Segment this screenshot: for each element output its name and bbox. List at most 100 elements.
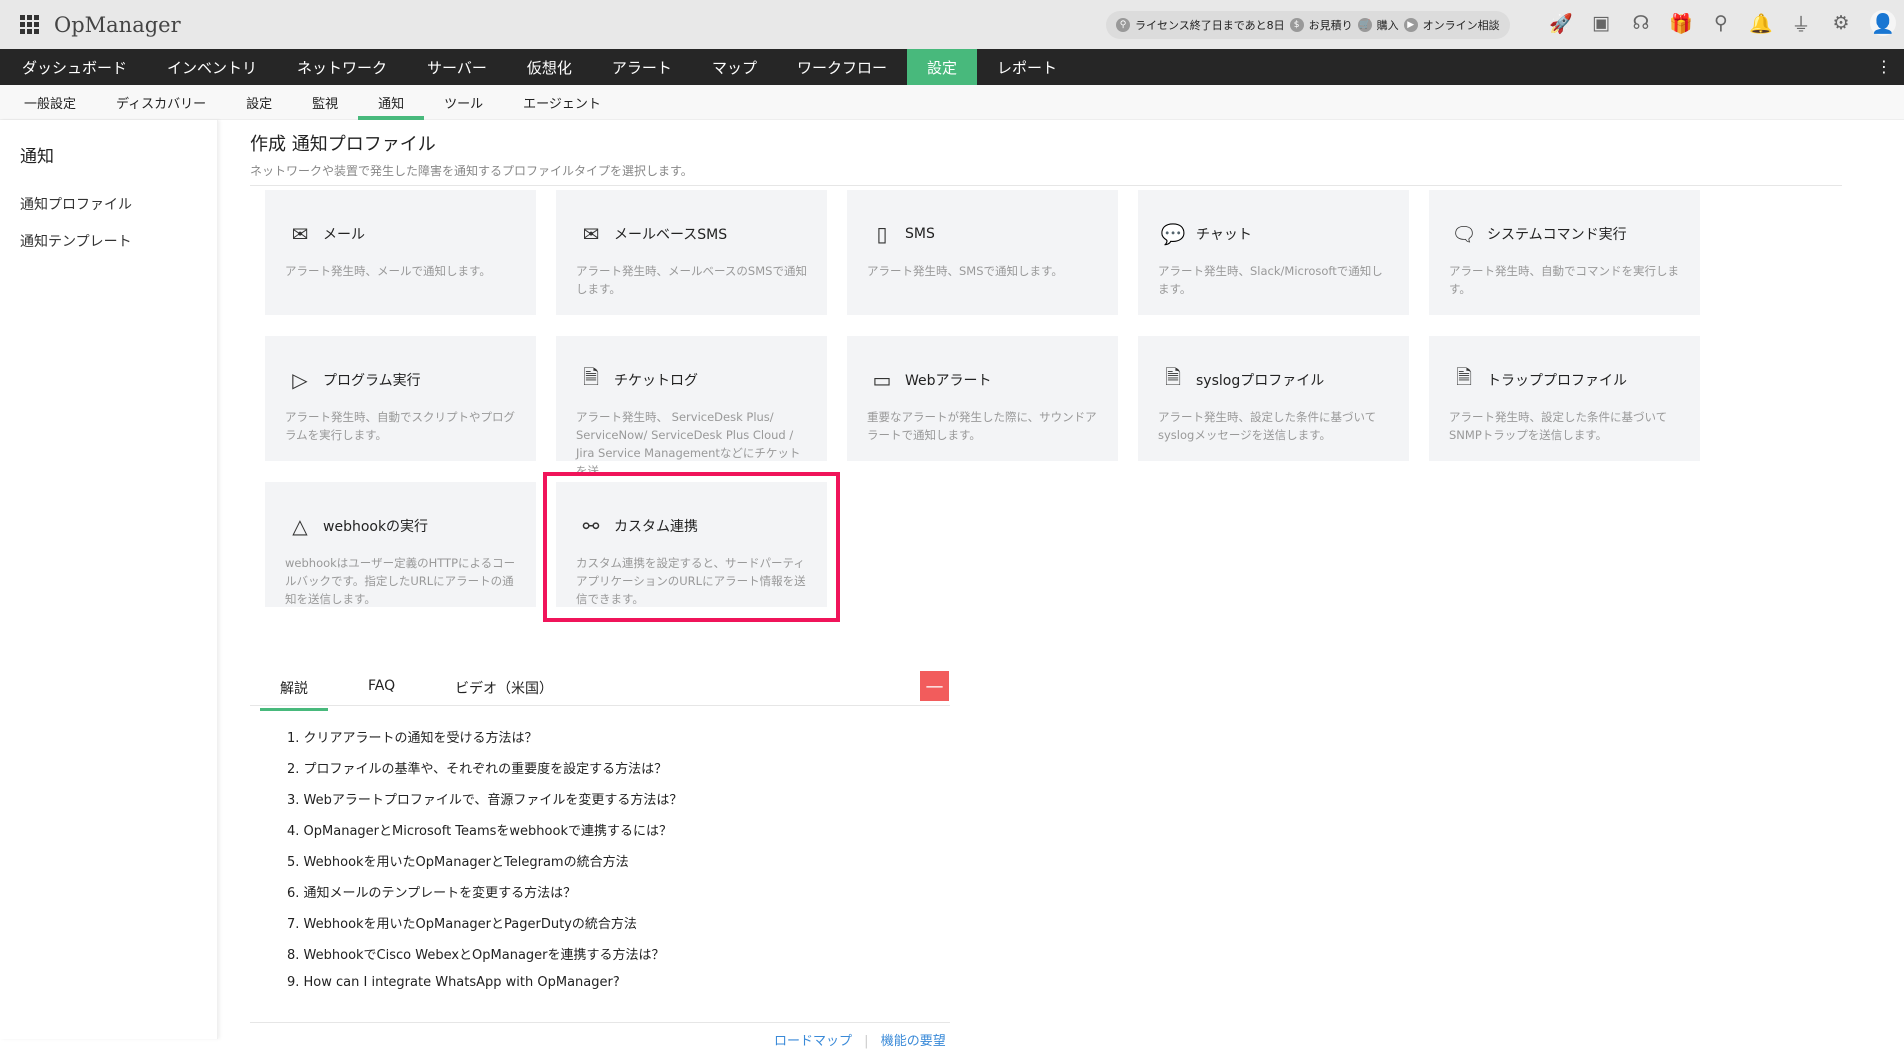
highlight-box — [543, 472, 840, 622]
tab-video[interactable]: ビデオ（米国） — [455, 678, 553, 708]
consult-link[interactable]: オンライン相談 — [1423, 17, 1500, 33]
nav-workflow[interactable]: ワークフロー — [777, 49, 907, 85]
faq-link[interactable]: 8. WebhookでCisco WebexとOpManagerを連携する方法は… — [287, 944, 665, 963]
card-header: ✉ メール — [285, 216, 516, 252]
faq-link[interactable]: 6. 通知メールのテンプレートを変更する方法は？ — [287, 882, 576, 901]
card-description: アラート発生時、設定した条件に基づいてsyslogメッセージを送信します。 — [1158, 410, 1377, 442]
mail-sms-icon: ✉ — [582, 222, 600, 246]
license-pill: ⚲ ライセンス終了日まであと8日 $ お見積り 🛒 購入 ▶ オンライン相談 — [1106, 11, 1510, 39]
more-vertical-icon[interactable]: ⋮ — [1876, 57, 1892, 76]
nav-reports[interactable]: レポート — [977, 49, 1077, 85]
nav-virtualization[interactable]: 仮想化 — [507, 49, 592, 85]
profile-card[interactable]: ▷ プログラム実行アラート発生時、自動でスクリプトやプログラムを実行します。 — [265, 336, 536, 461]
profile-card[interactable]: 💬 チャットアラート発生時、Slack/Microsoftで通知します。 — [1138, 190, 1409, 315]
nav-servers[interactable]: サーバー — [407, 49, 507, 85]
faq-link[interactable]: 5. Webhookを用いたOpManagerとTelegramの統合方法 — [287, 851, 629, 870]
quote-link[interactable]: お見積り — [1309, 17, 1353, 33]
profile-card[interactable]: 🗎 トラッププロファイル アラート発生時、設定した条件に基づいてSNMPトラップを送… — [1429, 336, 1700, 461]
collapse-button[interactable]: — — [920, 671, 949, 701]
card-description: webhookはユーザー定義のHTTPによるコールバックです。指定したURLにア… — [285, 556, 516, 606]
card-description: アラート発生時、メールベースのSMSで通知します。 — [576, 264, 807, 296]
subnav-tools[interactable]: ツール — [424, 85, 503, 119]
card-header: ✉ メールベースSMS — [576, 216, 807, 252]
sidebar-item-profiles[interactable]: 通知プロファイル — [20, 194, 132, 214]
nav-settings[interactable]: 設定 — [906, 49, 977, 85]
bell-icon[interactable]: 🔔 — [1749, 11, 1773, 35]
subnav-notifications[interactable]: 通知 — [358, 85, 425, 120]
sms-icon: ▯ — [876, 222, 888, 246]
rocket-icon[interactable]: 🚀 — [1549, 11, 1573, 35]
app-logo[interactable]: OpManager — [54, 13, 181, 37]
card-title: プログラム実行 — [323, 373, 421, 389]
faq-link[interactable]: 9. How can I integrate WhatsApp with OpM… — [287, 975, 620, 990]
gift-icon[interactable]: 🎁 — [1669, 11, 1693, 35]
webhook-icon: △ — [292, 514, 308, 538]
tab-explanation[interactable]: 解説 — [260, 678, 328, 711]
profile-card[interactable]: ▯ SMS アラート発生時、SMSで通知します。 — [847, 190, 1118, 315]
subnav-general[interactable]: 一般設定 — [4, 85, 96, 119]
headset-icon[interactable]: ☊ — [1630, 11, 1652, 35]
ticket-icon: 🗎 — [582, 365, 600, 389]
profile-card[interactable]: 🗨 システムコマンド実行アラート発生時、自動でコマンドを実行します。 — [1429, 190, 1700, 315]
profile-card[interactable]: 🗎 チケットログ アラート発生時、 ServiceDesk Plus/ Servic… — [556, 336, 827, 478]
page-title: 作成 通知プロファイル — [250, 134, 436, 155]
avatar[interactable]: 👤 — [1870, 10, 1896, 36]
profile-card[interactable]: ▭ Webアラート 重要なアラートが発生した際に、サウンドアラートで通知します。 — [847, 336, 1118, 461]
presentation-icon[interactable]: ▣ — [1590, 11, 1612, 35]
nav-maps[interactable]: マップ — [692, 49, 777, 85]
sidebar-item-templates[interactable]: 通知テンプレート — [20, 231, 132, 251]
purchase-link[interactable]: 購入 — [1377, 17, 1399, 33]
nav-alarms[interactable]: アラート — [592, 49, 692, 85]
gear-icon[interactable]: ⚙ — [1830, 11, 1852, 35]
nav-inventory[interactable]: インベントリ — [147, 49, 277, 85]
card-header: 💬 チャット — [1158, 216, 1389, 252]
profile-card[interactable]: ✉ メールアラート発生時、メールで通知します。 — [265, 190, 536, 315]
tab-faq[interactable]: FAQ — [368, 678, 395, 704]
card-description: アラート発生時、メールで通知します。 — [285, 264, 491, 278]
license-link[interactable]: ライセンス終了日まであと8日 — [1135, 17, 1285, 33]
card-title: メール — [323, 227, 365, 243]
app-grid-icon[interactable] — [20, 14, 40, 35]
card-header: 🗨 システムコマンド実行 — [1449, 216, 1680, 252]
page-subtitle: ネットワークや装置で発生した障害を通知するプロファイルタイプを選択します。 — [250, 164, 693, 178]
card-title: SMS — [905, 226, 935, 242]
subnav-monitoring[interactable]: 監視 — [292, 85, 358, 119]
nav-dashboard[interactable]: ダッシュボード — [2, 49, 147, 85]
card-title: webhookの実行 — [323, 519, 429, 535]
card-description: アラート発生時、自動でスクリプトやプログラムを実行します。 — [285, 410, 515, 442]
profile-card[interactable]: 🗎 syslogプロファイルアラート発生時、設定した条件に基づいてsyslogメッ… — [1138, 336, 1409, 461]
faq-link[interactable]: 3. Webアラートプロファイルで、音源ファイルを変更する方法は？ — [287, 789, 682, 808]
plug-icon[interactable]: ⏚ — [1790, 11, 1812, 36]
card-description: アラート発生時、自動でコマンドを実行します。 — [1449, 264, 1679, 296]
syslog-icon: 🗎 — [1164, 365, 1182, 389]
search-icon[interactable]: ⚲ — [1710, 11, 1732, 35]
mail-icon: ✉ — [291, 222, 309, 246]
cart-icon: 🛒 — [1357, 18, 1372, 32]
faq-link[interactable]: 2. プロファイルの基準や、それぞれの重要度を設定する方法は？ — [287, 758, 667, 777]
roadmap-link[interactable]: ロードマップ — [774, 1034, 852, 1049]
card-header: ▯ SMS — [867, 216, 1098, 252]
subnav-agents[interactable]: エージェント — [503, 85, 621, 119]
card-title: メールベースSMS — [614, 227, 728, 243]
command-icon: 🗨 — [1451, 222, 1477, 246]
faq-link[interactable]: 4. OpManagerとMicrosoft Teamsをwebhookで連携す… — [287, 820, 672, 839]
card-description: アラート発生時、Slack/Microsoftで通知します。 — [1158, 264, 1383, 296]
faq-link[interactable]: 1. クリアアラートの通知を受ける方法は？ — [287, 727, 538, 746]
help-tabs: 解説 FAQ ビデオ（米国） — [250, 670, 950, 711]
feature-request-link[interactable]: 機能の要望 — [881, 1034, 946, 1049]
video-icon: ▶ — [1403, 18, 1418, 32]
card-title: syslogプロファイル — [1196, 373, 1325, 389]
program-icon: ▷ — [292, 368, 308, 392]
profile-card[interactable]: △ webhookの実行 webhookはユーザー定義のHTTPによるコールバックで… — [265, 482, 536, 607]
dollar-icon: $ — [1289, 18, 1304, 32]
subnav-discovery[interactable]: ディスカバリー — [96, 85, 226, 119]
chat-icon: 💬 — [1160, 222, 1186, 246]
nav-network[interactable]: ネットワーク — [277, 49, 407, 85]
faq-link[interactable]: 7. Webhookを用いたOpManagerとPagerDutyの統合方法 — [287, 913, 637, 932]
separator: | — [864, 1034, 869, 1049]
profile-card[interactable]: ✉ メールベースSMS アラート発生時、メールベースのSMSで通知します。 — [556, 190, 827, 315]
sub-nav: 一般設定 ディスカバリー 設定 監視 通知 ツール エージェント — [0, 85, 1904, 120]
subnav-config[interactable]: 設定 — [226, 85, 292, 119]
card-header: 🗎 トラッププロファイル — [1449, 362, 1680, 398]
card-title: Webアラート — [905, 373, 992, 389]
